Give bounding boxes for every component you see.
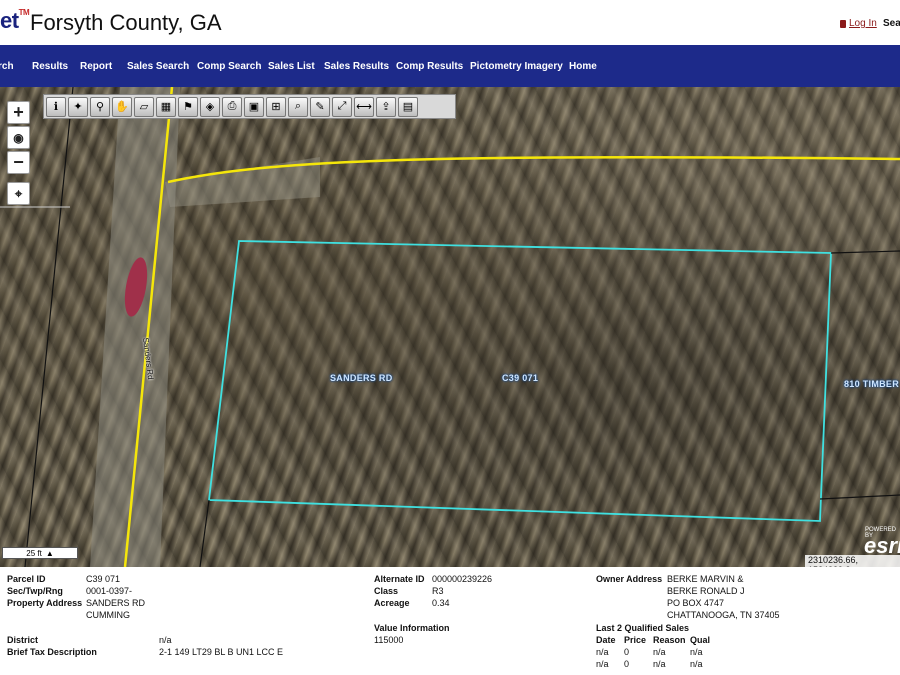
- owner-address-line4: CHATTANOOGA, TN 37405: [667, 610, 780, 620]
- pin-icon[interactable]: ⚑: [178, 96, 198, 117]
- parcel-id-value: C39 071: [86, 574, 121, 584]
- caret-up-icon: ▲: [45, 548, 54, 558]
- sales-cell: 0: [624, 647, 630, 657]
- info-icon[interactable]: ℹ: [46, 96, 66, 117]
- nav-comp-results[interactable]: Comp Results: [396, 61, 463, 72]
- sales-cell: n/a: [653, 647, 666, 657]
- zoom-in-button[interactable]: +: [7, 101, 30, 124]
- parcel-line: [819, 494, 900, 500]
- value-information-value: 115000: [374, 635, 404, 645]
- print-icon[interactable]: ⎙: [222, 96, 242, 117]
- globe-icon[interactable]: ◉: [7, 126, 30, 149]
- alternate-id-label: Alternate ID: [374, 574, 425, 584]
- sales-header-qual: Qual: [690, 635, 711, 645]
- sales-header-reason: Reason: [653, 635, 686, 645]
- nav-sales-search[interactable]: Sales Search: [127, 61, 189, 72]
- trademark: TM: [18, 8, 30, 17]
- nav-comp-search[interactable]: Comp Search: [197, 61, 261, 72]
- login-link[interactable]: Log In: [840, 18, 877, 29]
- nav-sales-results[interactable]: Sales Results: [324, 61, 389, 72]
- save-icon[interactable]: ▤: [398, 96, 418, 117]
- sales-cell: n/a: [653, 659, 666, 669]
- nav-sales-list[interactable]: Sales List: [268, 61, 315, 72]
- nav-report[interactable]: Report: [80, 61, 112, 72]
- neighbor-parcel-label: 810 TIMBER: [844, 379, 900, 389]
- parcel-line: [24, 87, 74, 567]
- sales-cell: n/a: [596, 647, 609, 657]
- select-icon[interactable]: ✦: [68, 96, 88, 117]
- sales-cell: n/a: [690, 659, 703, 669]
- nav-results[interactable]: Results: [32, 61, 68, 72]
- parcel-line: [830, 250, 900, 254]
- search-icon[interactable]: ⌕: [288, 96, 308, 117]
- locate-icon[interactable]: ⌖: [7, 182, 30, 205]
- sec-twp-rng-label: Sec/Twp/Rng: [7, 586, 63, 596]
- owner-address-line2: BERKE RONALD J: [667, 586, 745, 596]
- pan-icon[interactable]: ✋: [112, 96, 132, 117]
- brief-tax-description-label: Brief Tax Description: [7, 647, 97, 657]
- nav-home[interactable]: Home: [569, 61, 597, 72]
- map-overlay: [0, 87, 900, 567]
- zoom-select-icon[interactable]: ⚲: [90, 96, 110, 117]
- owner-address-label: Owner Address: [596, 574, 663, 584]
- map-icon[interactable]: ▣: [244, 96, 264, 117]
- fullscreen-icon[interactable]: ⤢: [332, 96, 352, 117]
- district-label: District: [7, 635, 39, 645]
- sales-cell: n/a: [690, 647, 703, 657]
- parcel-id-label: Parcel ID: [7, 574, 46, 584]
- buffer-icon[interactable]: ⊞: [266, 96, 286, 117]
- map-toolbar: ℹ ✦ ⚲ ✋ ▱ ▦ ⚑ ◈ ⎙ ▣ ⊞ ⌕ ✎ ⤢ ⟷ ⇪ ▤: [43, 94, 456, 119]
- parcel-address-label: SANDERS RD: [330, 373, 393, 383]
- scale-bar: 25 ft ▲: [2, 547, 78, 559]
- acreage-label: Acreage: [374, 598, 410, 608]
- sales-title: Last 2 Qualified Sales: [596, 623, 690, 633]
- eraser-icon[interactable]: ▱: [134, 96, 154, 117]
- app-logo[interactable]: etTM: [0, 8, 30, 34]
- parcel-line: [199, 499, 210, 567]
- owner-address-line3: PO BOX 4747: [667, 598, 725, 608]
- measure-icon[interactable]: ⟷: [354, 96, 374, 117]
- grid-icon[interactable]: ▦: [156, 96, 176, 117]
- sec-twp-rng-value: 0001-0397-: [86, 586, 133, 596]
- nav-pictometry[interactable]: Pictometry Imagery: [470, 61, 563, 72]
- parcel-info-panel: Parcel ID C39 071 Sec/Twp/Rng 0001-0397-…: [0, 567, 900, 675]
- search-link[interactable]: Searc: [883, 18, 900, 29]
- coordinate-readout: 2310236.66, 1524329.3: [805, 555, 900, 567]
- alternate-id-value: 000000239226: [432, 574, 493, 584]
- property-address-line1: SANDERS RD: [86, 598, 146, 608]
- road-surface: [90, 87, 180, 567]
- value-information-label: Value Information: [374, 623, 450, 633]
- parcel-id-label: C39 071: [502, 373, 539, 383]
- main-nav: rch Results Report Sales Search Comp Sea…: [0, 45, 900, 87]
- zoom-out-button[interactable]: −: [7, 151, 30, 174]
- sales-header-date: Date: [596, 635, 616, 645]
- sales-cell: n/a: [596, 659, 609, 669]
- property-address-label: Property Address: [7, 598, 83, 608]
- draw-icon[interactable]: ✎: [310, 96, 330, 117]
- layers-icon[interactable]: ◈: [200, 96, 220, 117]
- property-address-line2: CUMMING: [86, 610, 130, 620]
- share-icon[interactable]: ⇪: [376, 96, 396, 117]
- lock-icon: [840, 19, 846, 28]
- class-value: R3: [432, 586, 444, 596]
- map-view[interactable]: + ◉ − ⌖ ℹ ✦ ⚲ ✋ ▱ ▦ ⚑ ◈ ⎙ ▣ ⊞ ⌕ ✎ ⤢ ⟷ ⇪ …: [0, 87, 900, 567]
- class-label: Class: [374, 586, 399, 596]
- sales-header-price: Price: [624, 635, 647, 645]
- brief-tax-description-value: 2-1 149 LT29 BL B UN1 LCC E: [159, 647, 284, 657]
- nav-search[interactable]: rch: [0, 61, 14, 72]
- district-value: n/a: [159, 635, 172, 645]
- acreage-value: 0.34: [432, 598, 450, 608]
- page-title: Forsyth County, GA: [30, 10, 222, 35]
- header: etTM Forsyth County, GA Log In Searc: [0, 0, 900, 45]
- owner-address-line1: BERKE MARVIN &: [667, 574, 744, 584]
- sales-cell: 0: [624, 659, 630, 669]
